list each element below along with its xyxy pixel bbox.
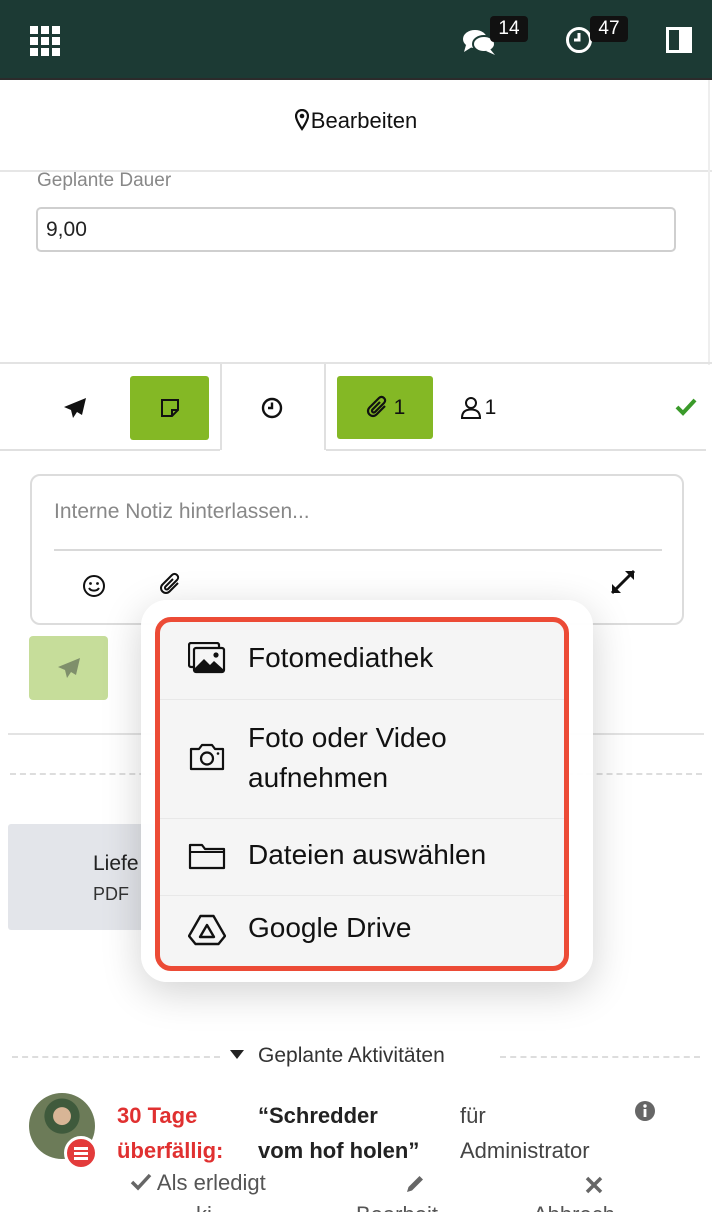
- edit-button-label[interactable]: Bearbeit: [356, 1202, 438, 1212]
- menu-item-label: Dateien auswählen: [248, 839, 487, 870]
- menu-item-label-line-2: aufnehmen: [248, 762, 389, 793]
- check-icon[interactable]: [675, 398, 697, 416]
- followers-count: 1: [484, 395, 497, 419]
- photo-library-icon: [188, 642, 226, 674]
- sticky-note-icon: [160, 399, 179, 417]
- messages-button[interactable]: 14: [462, 16, 532, 60]
- mark-done-button[interactable]: Als erledigt: [130, 1170, 266, 1196]
- activity-assignee: für Administrator: [460, 1098, 590, 1168]
- activity-type-icon: [64, 1136, 98, 1170]
- attachment-name: Liefe: [93, 852, 139, 875]
- folder-icon: [188, 843, 226, 870]
- messages-count-badge: 14: [490, 16, 528, 42]
- user-icon: [460, 396, 481, 419]
- attachments-tab[interactable]: 1: [337, 376, 433, 439]
- menu-item-label: Foto oder Video: [248, 722, 447, 753]
- schedule-activity-tab[interactable]: [222, 376, 322, 440]
- page-title-text: Bearbeiten: [310, 108, 418, 133]
- pencil-icon[interactable]: [404, 1173, 426, 1195]
- overdue-status: 30 Tage überfällig:: [117, 1098, 223, 1168]
- page: 14 47 Bearbeiten Geplante Dauer 9,00 1 1…: [0, 0, 712, 1212]
- mark-done-label: Als erledigt: [156, 1170, 266, 1195]
- overdue-line-1: 30 Tage: [117, 1103, 198, 1128]
- expand-icon[interactable]: [610, 569, 636, 595]
- top-bar: 14 47: [0, 0, 712, 80]
- activity-assignee-line-2: Administrator: [460, 1138, 590, 1163]
- activities-count-badge: 47: [590, 16, 628, 42]
- apps-grid-icon[interactable]: [30, 26, 60, 56]
- paperclip-icon: [366, 395, 386, 417]
- followers-tab[interactable]: 1: [450, 376, 506, 439]
- send-note-button[interactable]: [29, 636, 108, 700]
- clock-icon: [261, 397, 283, 419]
- duration-label: Geplante Dauer: [37, 170, 172, 191]
- check-icon: [130, 1173, 152, 1191]
- tab-underline: [0, 449, 220, 451]
- activity-assignee-line-1: für: [460, 1103, 486, 1128]
- composer-divider: [54, 549, 662, 551]
- planned-activities-toggle[interactable]: Geplante Aktivitäten: [230, 1044, 445, 1068]
- tab-underline: [326, 449, 706, 451]
- map-marker-icon: [294, 108, 309, 131]
- menu-item-label: Fotomediathek: [248, 642, 434, 673]
- camera-icon: [189, 743, 225, 771]
- form-header: Bearbeiten: [0, 82, 712, 172]
- attachment-type: PDF: [93, 884, 129, 904]
- caret-down-icon: [230, 1050, 244, 1059]
- dashed-separator: [12, 1056, 220, 1058]
- activities-button[interactable]: 47: [565, 16, 635, 60]
- sidebar-toggle-icon[interactable]: [666, 27, 692, 53]
- menu-item-photo-library[interactable]: Fotomediathek: [160, 622, 564, 698]
- activity-title-line-2: vom hof holen”: [258, 1138, 420, 1163]
- menu-item-google-drive[interactable]: Google Drive: [160, 896, 564, 966]
- overdue-line-2: überfällig:: [117, 1138, 224, 1163]
- menu-item-choose-files[interactable]: Dateien auswählen: [160, 819, 564, 895]
- right-edge-line: [708, 80, 710, 365]
- paper-plane-icon: [57, 658, 80, 678]
- info-icon[interactable]: [634, 1100, 656, 1122]
- mark-done-label-cont: ki: [196, 1202, 212, 1212]
- cancel-button-label[interactable]: Abbrech: [533, 1202, 615, 1212]
- section-divider: [0, 362, 712, 364]
- planned-activities-heading: Geplante Aktivitäten: [258, 1044, 445, 1067]
- activity-title-line-1: “Schredder: [258, 1103, 378, 1128]
- google-drive-icon: [188, 914, 226, 946]
- upload-source-menu: Fotomediathek Foto oder Video aufnehmen …: [155, 617, 569, 971]
- smile-icon[interactable]: [82, 574, 106, 598]
- menu-item-camera[interactable]: Foto oder Video aufnehmen: [160, 700, 564, 818]
- paper-plane-icon: [64, 398, 86, 418]
- activity-title: “Schredder vom hof holen”: [258, 1098, 419, 1168]
- tab-border: [324, 364, 326, 450]
- attachments-count: 1: [393, 395, 406, 419]
- x-icon[interactable]: [584, 1175, 604, 1195]
- page-title[interactable]: Bearbeiten: [0, 108, 712, 134]
- dashed-separator: [500, 1056, 700, 1058]
- send-message-tab[interactable]: [50, 376, 100, 440]
- note-input[interactable]: Interne Notiz hinterlassen...: [54, 500, 310, 524]
- clock-icon: [566, 27, 592, 53]
- duration-input[interactable]: [36, 207, 676, 252]
- paperclip-icon[interactable]: [158, 572, 184, 598]
- menu-item-label: Google Drive: [248, 912, 412, 943]
- log-note-tab[interactable]: [130, 376, 209, 440]
